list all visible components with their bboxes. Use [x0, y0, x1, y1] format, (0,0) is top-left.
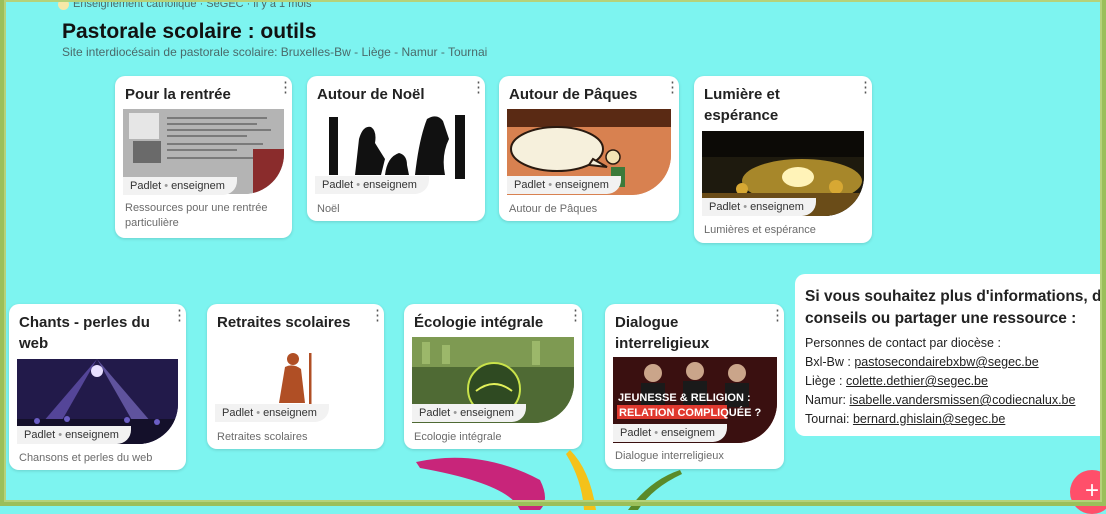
decorative-brush-strokes [416, 450, 682, 510]
post-description: Retraites scolaires [217, 431, 308, 443]
post-title: Chants - perles du web [19, 314, 150, 352]
contact-label: Bxl-Bw : [805, 355, 855, 369]
author-avatar [58, 0, 69, 10]
contact-email-link[interactable]: isabelle.vandersmissen@codiecnalux.be [849, 393, 1075, 407]
post-description: Autour de Pâques [509, 203, 598, 215]
source-badge: Padlet • enseignem [315, 176, 429, 194]
more-options-icon[interactable]: ⋮ [172, 308, 187, 323]
more-options-icon[interactable]: ⋮ [858, 80, 873, 95]
post-title: Autour de Noël [317, 86, 425, 103]
more-options-icon[interactable]: ⋮ [770, 308, 785, 323]
page-subtitle: Site interdiocésain de pastorale scolair… [62, 45, 488, 59]
separator: • [453, 407, 458, 419]
separator: • [654, 427, 659, 439]
thumbnail-caption-2: RELATION COMPLIQUÉE ? [619, 406, 761, 419]
source-name: Padlet [620, 427, 652, 439]
contact-row: Namur: isabelle.vandersmissen@codiecnalu… [805, 393, 1075, 407]
author-text: Enseignement catholique · SeGEC · il y a… [73, 0, 312, 10]
author-line: Enseignement catholique · SeGEC · il y a… [58, 0, 311, 10]
source-badge: Padlet • enseignem [123, 177, 237, 195]
source-tag: enseignem [263, 407, 317, 419]
post-description: Ressources pour une rentrée particulière [125, 202, 268, 229]
source-name: Padlet [222, 407, 254, 419]
more-options-icon[interactable]: ⋮ [278, 80, 293, 95]
contact-heading-line-2: conseils ou partager une ressource : [805, 310, 1077, 327]
post-card[interactable]: Autour de Noël ⋮ Padlet • enseignem Noël [307, 76, 486, 221]
contact-email-link[interactable]: colette.dethier@segec.be [846, 374, 988, 388]
post-title: Écologie intégrale [414, 314, 544, 331]
source-tag: enseignem [65, 429, 119, 441]
source-name: Padlet [130, 180, 162, 192]
separator: • [58, 429, 63, 441]
more-options-icon[interactable]: ⋮ [370, 308, 385, 323]
source-tag: enseignem [661, 427, 715, 439]
more-options-icon[interactable]: ⋮ [471, 80, 486, 95]
more-options-icon[interactable]: ⋮ [568, 308, 583, 323]
source-name: Padlet [514, 179, 546, 191]
source-tag: enseignem [750, 201, 804, 213]
post-title: Dialogue interreligieux [615, 314, 710, 352]
page-title: Pastorale scolaire : outils [62, 20, 317, 43]
source-name: Padlet [709, 201, 741, 213]
source-badge: Padlet • enseignem [17, 426, 131, 444]
add-post-button[interactable]: + [1070, 470, 1106, 514]
contact-info-card[interactable]: Si vous souhaitez plus d'informations, d… [795, 274, 1106, 436]
post-title: Lumière et espérance [704, 86, 780, 124]
source-name: Padlet [24, 429, 56, 441]
separator: • [356, 179, 361, 191]
contact-intro: Personnes de contact par diocèse : [805, 336, 1001, 350]
contact-label: Liège : [805, 374, 847, 388]
post-title: Autour de Pâques [509, 86, 638, 103]
contact-label: Namur: [805, 393, 850, 407]
post-card[interactable]: Pour la rentrée ⋮ Padlet • enseignem Resso… [115, 76, 293, 238]
post-card[interactable]: Lumière et espérance ⋮ Padlet • enseignem … [694, 76, 873, 243]
separator: • [548, 179, 553, 191]
contact-label: Tournai: [805, 412, 853, 426]
post-title: Pour la rentrée [125, 86, 231, 103]
contact-heading-line-1: Si vous souhaitez plus d'informations, d… [805, 288, 1106, 305]
more-options-icon[interactable]: ⋮ [665, 80, 680, 95]
separator: • [743, 201, 748, 213]
source-badge: Padlet • enseignem [702, 198, 816, 216]
post-card[interactable]: Chants - perles du web ⋮ Padlet • enseigne… [9, 304, 187, 470]
post-description: Chansons et perles du web [19, 452, 153, 464]
contact-row: Liège : colette.dethier@segec.be [805, 374, 988, 388]
post-description: Lumières et espérance [704, 224, 816, 236]
separator: • [164, 180, 169, 192]
contact-row: Tournai: bernard.ghislain@segec.be [805, 412, 1005, 426]
thumbnail-caption-1: JEUNESSE & RELIGION : [618, 392, 751, 404]
source-badge: Padlet • enseignem [507, 176, 621, 194]
separator: • [256, 407, 261, 419]
source-tag: enseignem [171, 180, 225, 192]
source-name: Padlet [419, 407, 451, 419]
source-name: Padlet [322, 179, 354, 191]
source-tag: enseignem [555, 179, 609, 191]
contact-email-link[interactable]: pastosecondairebxbw@segec.be [854, 355, 1038, 369]
source-tag: enseignem [460, 407, 514, 419]
source-badge: Padlet • enseignem [412, 404, 526, 422]
post-card[interactable]: Écologie intégrale ⋮ Padlet • enseignem Ec… [404, 304, 583, 449]
post-card[interactable]: Autour de Pâques ⋮ Padlet • enseignem Auto… [499, 76, 680, 221]
source-badge: Padlet • enseignem [215, 404, 329, 422]
post-title: Retraites scolaires [217, 314, 351, 331]
contact-email-link[interactable]: bernard.ghislain@segec.be [853, 412, 1005, 426]
source-tag: enseignem [363, 179, 417, 191]
contact-row: Bxl-Bw : pastosecondairebxbw@segec.be [805, 355, 1039, 369]
post-description: Noël [317, 203, 340, 215]
post-card[interactable]: Retraites scolaires ⋮ Padlet • enseignem R… [207, 304, 385, 449]
